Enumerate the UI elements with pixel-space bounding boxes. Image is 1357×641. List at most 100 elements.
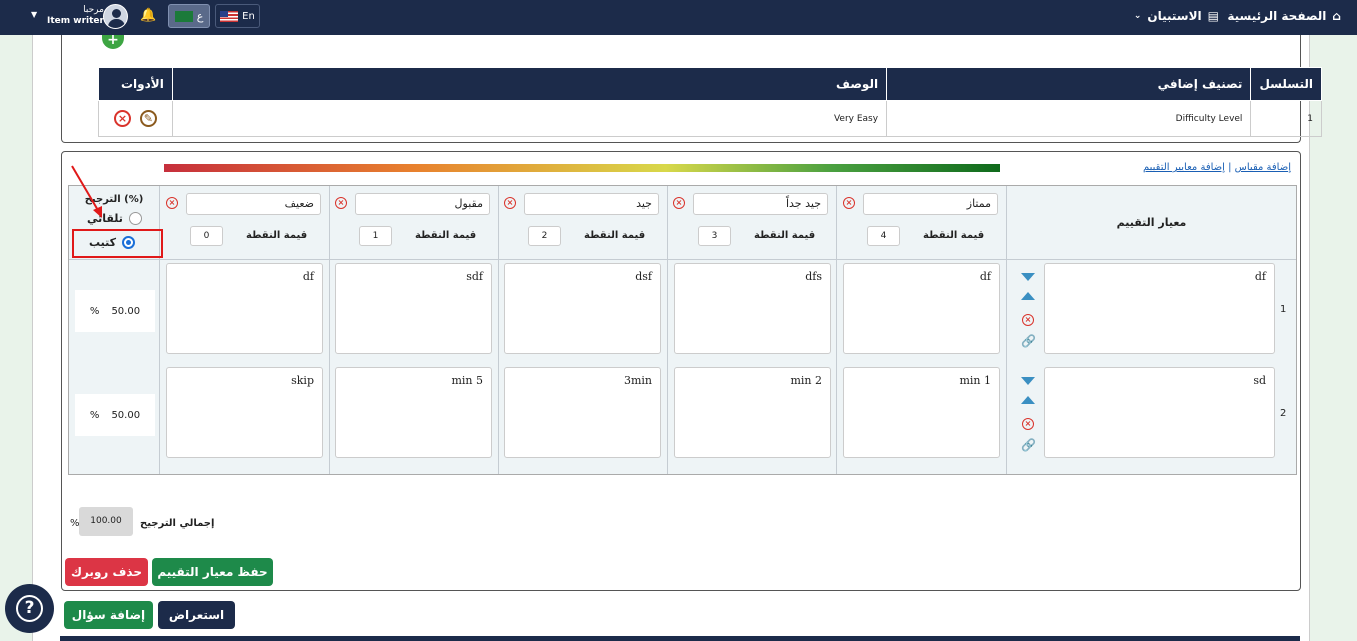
lang-ar-button[interactable]: ع (168, 4, 210, 28)
add-question-button[interactable]: إضافة سؤال (64, 601, 153, 629)
bottom-bar (60, 636, 1300, 641)
points-label: قيمة النقطة (754, 230, 816, 241)
weight-value-box[interactable]: % 50.00 (75, 290, 155, 332)
header-divider (69, 259, 1296, 260)
total-weight-value: 100.00 (79, 507, 133, 536)
move-down-icon[interactable] (1021, 273, 1035, 281)
delete-row-icon[interactable]: × (1022, 418, 1034, 430)
delete-level-icon[interactable]: × (335, 197, 347, 209)
chevron-down-icon: ⌄ (1133, 11, 1142, 21)
pct-sign: % (89, 409, 100, 421)
points-input[interactable]: 1 (359, 226, 392, 246)
classification-panel: + التسلسل تصنيف إضافي الوصف الأدوات 1 Di… (61, 33, 1322, 143)
delete-level-icon[interactable]: × (843, 197, 855, 209)
points-input[interactable]: 0 (190, 226, 223, 246)
scale-gradient-bar (164, 164, 1000, 172)
level-name-input[interactable]: جيد (524, 193, 659, 215)
rubric-panel: إضافة مقياس | إضافة معايير التقييم (%) ا… (61, 151, 1301, 591)
descriptor-cell[interactable]: sdf (335, 263, 492, 354)
link-separator: | (1228, 162, 1232, 173)
descriptor-cell[interactable]: 3min (504, 367, 661, 458)
link-icon[interactable]: 🔗 (1021, 438, 1036, 452)
level-name-input[interactable]: ممتاز (863, 193, 998, 215)
delete-level-icon[interactable]: × (504, 197, 516, 209)
delete-rubric-button[interactable]: حذف روبرك (65, 558, 148, 586)
points-input[interactable]: 2 (528, 226, 561, 246)
total-pct-sign: % (70, 518, 80, 529)
descriptor-cell[interactable]: min 2 (674, 367, 831, 458)
descriptor-cell[interactable]: min 1 (843, 367, 1000, 458)
add-scale-link[interactable]: إضافة مقياس (1235, 162, 1291, 173)
username: Item writer (47, 16, 104, 26)
rubric-grid: (%) الترجيح تلقائي كتيب × ضعيف 0 قيمة ال… (68, 165, 1297, 475)
cell-tools: ✎ × (98, 100, 173, 137)
home-label: الصفحة الرئيسية (1227, 9, 1327, 23)
move-down-icon[interactable] (1021, 377, 1035, 385)
level-name-input[interactable]: جيد جداً (693, 193, 828, 215)
delete-icon[interactable]: × (113, 110, 131, 127)
question-mark-icon: ? (16, 595, 43, 622)
weight-value-box[interactable]: % 50.00 (75, 394, 155, 436)
level-name-input[interactable]: مقبول (355, 193, 490, 215)
caret-down-icon[interactable]: ▼ (31, 10, 37, 19)
save-criteria-button[interactable]: حفظ معيار التقييم (152, 558, 273, 586)
points-label: قيمة النقطة (415, 230, 477, 241)
descriptor-cell[interactable]: skip (166, 367, 323, 458)
cell-description: Very Easy (171, 100, 888, 137)
points-label: قيمة النقطة (584, 230, 646, 241)
lang-en-button[interactable]: En (215, 4, 260, 28)
lang-ar-label: ع (196, 9, 204, 23)
survey-menu[interactable]: ▤ الاستبيان ⌄ (1134, 9, 1219, 23)
delete-level-icon[interactable]: × (166, 197, 178, 209)
lang-en-label: En (242, 10, 255, 22)
criterion-input[interactable]: df (1044, 263, 1275, 354)
column-divider (329, 186, 330, 474)
points-label: قيمة النقطة (923, 230, 985, 241)
move-up-icon[interactable] (1021, 396, 1035, 404)
move-up-icon[interactable] (1021, 292, 1035, 300)
pct-sign: % (89, 305, 100, 317)
descriptor-cell[interactable]: min 5 (335, 367, 492, 458)
delete-row-icon[interactable]: × (1022, 314, 1034, 326)
column-divider (498, 186, 499, 474)
preview-button[interactable]: استعراض (158, 601, 235, 629)
column-divider (836, 186, 837, 474)
weight-value: 50.00 (111, 409, 141, 421)
descriptor-cell[interactable]: dsf (504, 263, 661, 354)
home-icon: ⌂ (1332, 9, 1341, 23)
greeting: مرحبا (83, 5, 104, 15)
cell-classification: Difficulty Level (886, 100, 1252, 137)
link-icon[interactable]: 🔗 (1021, 334, 1036, 348)
row-number: 2 (1280, 408, 1287, 419)
descriptor-cell[interactable]: df (166, 263, 323, 354)
descriptor-cell[interactable]: dfs (674, 263, 831, 354)
bell-icon[interactable]: 🔔 (140, 8, 156, 23)
survey-label: الاستبيان (1147, 9, 1202, 23)
add-classification-button[interactable]: + (102, 33, 124, 49)
add-criteria-link[interactable]: إضافة معايير التقييم (1143, 162, 1225, 173)
level-name-input[interactable]: ضعيف (186, 193, 321, 215)
main-content: + التسلسل تصنيف إضافي الوصف الأدوات 1 Di… (32, 33, 1322, 641)
user-info[interactable]: مرحبا Item writer (47, 5, 104, 27)
highlight-frame (72, 229, 163, 258)
avatar[interactable] (103, 4, 128, 29)
descriptor-cell[interactable]: df (843, 263, 1000, 354)
help-button[interactable]: ? (5, 584, 54, 633)
auto-radio[interactable] (128, 212, 142, 225)
avatar-head (112, 9, 121, 18)
weight-value: 50.00 (111, 305, 141, 317)
table-header-row: التسلسل تصنيف إضافي الوصف الأدوات (98, 67, 1322, 101)
edit-icon[interactable]: ✎ (139, 110, 157, 127)
criterion-input[interactable]: sd (1044, 367, 1275, 458)
sa-flag-icon (174, 10, 193, 22)
delete-level-icon[interactable]: × (673, 197, 685, 209)
column-divider (667, 186, 668, 474)
total-weight-label: إجمالي الترجيح (140, 518, 215, 529)
criteria-header: معيار التقييم (1116, 216, 1187, 229)
home-link[interactable]: ⌂ الصفحة الرئيسية (1227, 9, 1341, 23)
points-input[interactable]: 4 (867, 226, 900, 246)
col-description: الوصف (171, 67, 888, 101)
points-label: قيمة النقطة (246, 230, 308, 241)
survey-icon: ▤ (1207, 9, 1219, 23)
points-input[interactable]: 3 (698, 226, 731, 246)
